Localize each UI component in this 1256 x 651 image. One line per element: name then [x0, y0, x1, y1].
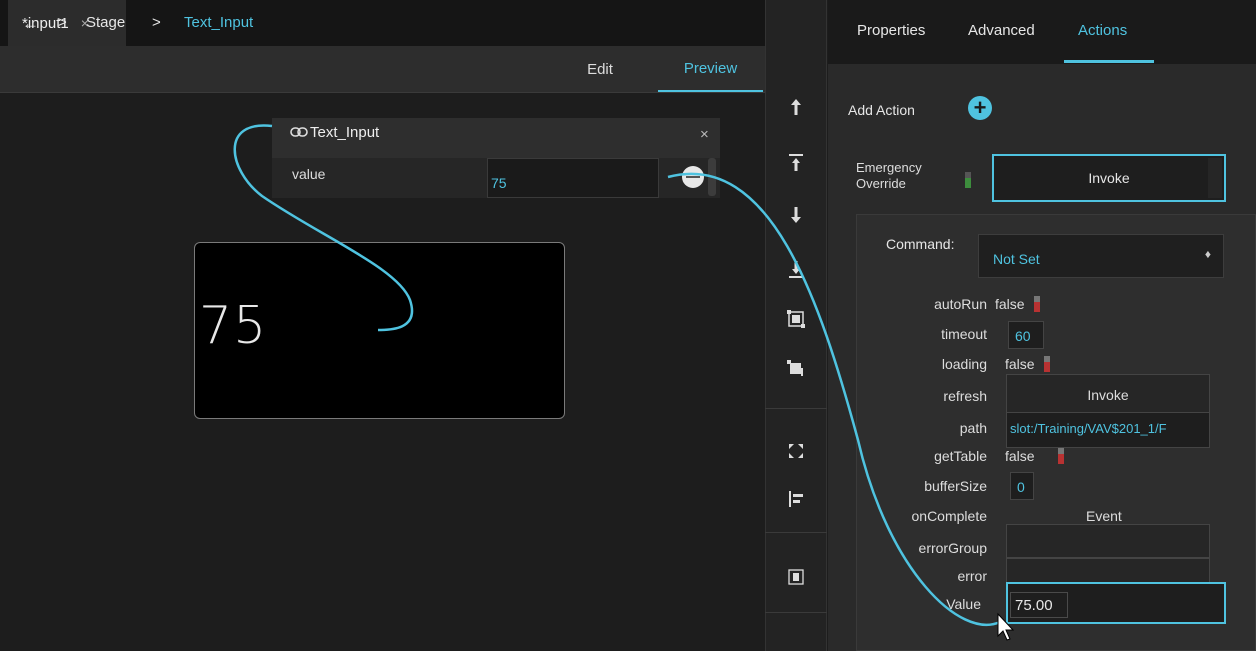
prop-loading-value: false	[1005, 356, 1035, 372]
loading-toggle-led[interactable]	[1044, 356, 1050, 372]
prop-value-label: Value	[946, 596, 981, 612]
edit-mode-tab[interactable]: Edit	[570, 46, 630, 92]
arrow-down-icon[interactable]	[772, 200, 820, 230]
prop-timeout-input[interactable]: 60	[1008, 321, 1044, 349]
autorun-toggle-led[interactable]	[1034, 296, 1040, 312]
prop-value-input[interactable]: 75.00	[1010, 592, 1068, 618]
prop-gettable-value: false	[1005, 448, 1035, 464]
select-arrows-icon: ♦	[1204, 247, 1211, 261]
move-to-top-icon[interactable]	[772, 148, 820, 178]
prop-oncomplete-event[interactable]: Event	[1086, 508, 1122, 524]
prop-timeout-label: timeout	[941, 326, 987, 342]
binding-row-label: value	[292, 166, 326, 182]
prop-refresh-label: refresh	[943, 388, 987, 404]
breadcrumb-separator: >	[58, 14, 67, 31]
preview-mode-tab[interactable]: Preview	[658, 46, 763, 92]
binding-popup-title: Text_Input	[290, 124, 379, 141]
binding-output-knob-icon[interactable]	[682, 166, 704, 188]
expand-icon[interactable]	[772, 436, 820, 466]
prop-error-label: error	[957, 568, 987, 584]
prop-autorun-value: false	[995, 296, 1025, 312]
tab-actions[interactable]: Actions	[1078, 22, 1127, 39]
tab-advanced[interactable]: Advanced	[968, 22, 1035, 39]
prop-autorun-label: autoRun	[934, 296, 987, 312]
breadcrumb-stage[interactable]: Stage	[86, 14, 125, 31]
prop-loading-label: loading	[941, 356, 987, 372]
emergency-override-label: Emergency Override	[856, 160, 922, 191]
add-action-plus-icon[interactable]: +	[968, 96, 992, 120]
gettable-toggle-led[interactable]	[1058, 448, 1064, 464]
prop-errorgroup-field[interactable]	[1006, 524, 1210, 558]
text-input-value: 75	[199, 296, 268, 356]
command-select[interactable]: Not Set ♦	[978, 234, 1224, 278]
breadcrumb-bar	[0, 46, 765, 93]
tab-properties[interactable]: Properties	[857, 22, 925, 39]
back-arrow-icon[interactable]: ←	[22, 14, 39, 34]
refresh-invoke-button[interactable]: Invoke	[1006, 374, 1210, 416]
center-icon[interactable]	[772, 562, 820, 592]
prop-path-label: path	[959, 420, 987, 436]
breadcrumb-current[interactable]: Text_Input	[184, 14, 253, 31]
prop-path-input[interactable]: slot:/Training/VAV$201_1/F	[1006, 412, 1210, 448]
fit-selection-icon[interactable]	[772, 304, 820, 334]
emergency-override-status-led	[965, 172, 971, 188]
active-tab-indicator	[1064, 60, 1154, 63]
binding-popup-title-text: Text_Input	[310, 124, 380, 141]
prop-gettable-label: getTable	[934, 448, 987, 464]
fit-width-icon[interactable]	[772, 354, 820, 384]
emergency-override-invoke-button[interactable]: Invoke	[992, 154, 1226, 202]
link-icon	[290, 124, 310, 141]
popup-scrollbar[interactable]	[708, 158, 716, 196]
command-label: Command:	[886, 236, 955, 252]
move-to-bottom-icon[interactable]	[772, 254, 820, 284]
close-popup-icon[interactable]: ×	[700, 126, 709, 143]
breadcrumb-separator: >	[152, 14, 161, 31]
align-left-icon[interactable]	[772, 484, 820, 514]
prop-oncomplete-label: onComplete	[911, 508, 988, 524]
prop-buffersize-label: bufferSize	[924, 478, 987, 494]
arrow-up-icon[interactable]	[772, 92, 820, 122]
prop-errorgroup-label: errorGroup	[918, 540, 987, 556]
prop-buffersize-input[interactable]: 0	[1010, 472, 1034, 500]
binding-value-field[interactable]: 75	[487, 158, 659, 198]
add-action-label: Add Action	[848, 102, 915, 118]
